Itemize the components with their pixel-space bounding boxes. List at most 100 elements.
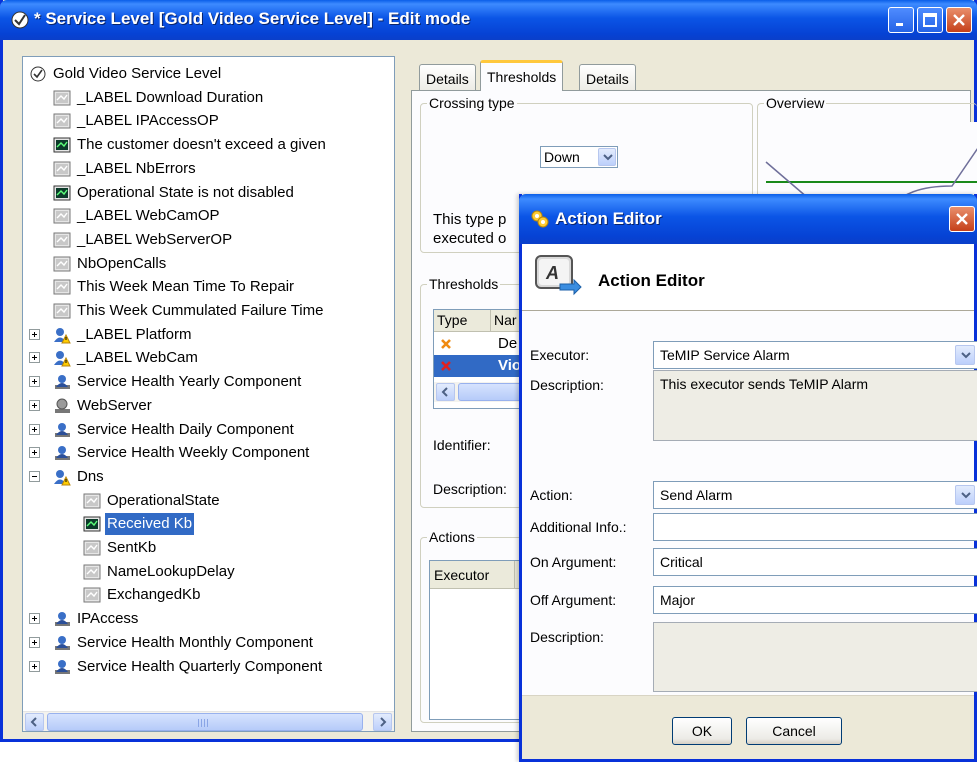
component-user-icon xyxy=(53,634,71,652)
tab-details-2[interactable]: Details xyxy=(579,64,636,91)
executor-description-label: Description: xyxy=(530,377,604,393)
crossing-type-legend: Crossing type xyxy=(427,95,517,111)
tree-item-label: _LABEL Download Duration xyxy=(77,88,264,106)
crossing-type-desc-1: This type p xyxy=(433,211,507,228)
component-user-icon xyxy=(53,610,71,628)
off-argument-input[interactable]: Major xyxy=(653,586,977,614)
minimize-icon xyxy=(896,23,903,26)
orange-x-icon xyxy=(441,339,451,349)
service-tree[interactable]: Gold Video Service Level _LABEL Download … xyxy=(22,56,395,732)
dialog-footer: OK Cancel xyxy=(522,695,974,759)
expand-icon[interactable] xyxy=(29,423,40,435)
tree-item-label: Gold Video Service Level xyxy=(53,65,222,82)
executor-dropdown-button[interactable] xyxy=(955,345,975,365)
action-select[interactable]: Send Alarm xyxy=(653,481,977,509)
chevron-left-icon xyxy=(30,717,37,727)
dialog-header: A Action Editor xyxy=(522,244,974,311)
crossing-type-select[interactable]: Down xyxy=(540,146,618,168)
crossing-type-dropdown-button[interactable] xyxy=(598,148,616,166)
tree-item-label: OperationalState xyxy=(107,491,220,509)
tree-item-label: Service Health Daily Component xyxy=(77,420,294,438)
additional-info-input[interactable] xyxy=(653,513,977,541)
expand-icon[interactable] xyxy=(29,376,40,388)
tree-item-label: This Week Mean Time To Repair xyxy=(77,278,295,296)
dialog-title: Action Editor xyxy=(555,209,662,228)
window-title: * Service Level [Gold Video Service Leve… xyxy=(34,9,471,28)
gray-chart-icon xyxy=(53,278,71,296)
action-label: Action: xyxy=(530,487,573,503)
component-warning-icon xyxy=(53,468,71,486)
tree-item-label: Service Health Yearly Component xyxy=(77,373,302,391)
close-icon xyxy=(956,213,968,225)
expand-icon[interactable] xyxy=(29,636,40,648)
col-type[interactable]: Type xyxy=(437,312,467,328)
expand-icon[interactable] xyxy=(29,399,40,411)
gray-chart-icon xyxy=(53,89,71,107)
svg-text:A: A xyxy=(545,263,559,283)
tree-item-label: Service Health Weekly Component xyxy=(77,444,310,462)
overview-legend: Overview xyxy=(764,95,827,111)
tree-item-label: Service Health Quarterly Component xyxy=(77,657,323,675)
expand-icon[interactable] xyxy=(29,447,40,459)
executor-select[interactable]: TeMIP Service Alarm xyxy=(653,341,977,369)
tree-item-label: Dns xyxy=(77,467,104,485)
gray-chart-icon xyxy=(53,231,71,249)
component-warning-icon xyxy=(53,326,71,344)
actions-legend: Actions xyxy=(427,529,477,545)
scroll-right-button[interactable] xyxy=(373,713,392,731)
tree-item-label: _LABEL WebCam xyxy=(77,349,198,367)
expand-icon[interactable] xyxy=(29,328,40,340)
crossing-type-desc-2: executed o xyxy=(433,230,507,247)
on-argument-label: On Argument: xyxy=(530,554,617,570)
gray-chart-icon xyxy=(83,492,101,510)
gray-chart-icon xyxy=(83,586,101,604)
executor-label: Executor: xyxy=(530,347,590,363)
component-user-icon xyxy=(53,444,71,462)
ok-button[interactable]: OK xyxy=(672,717,732,745)
tree-viewport: Gold Video Service Level _LABEL Download … xyxy=(23,57,394,711)
col-name[interactable]: Nar xyxy=(494,312,517,328)
action-editor-dialog: Action Editor A Action Editor Executor: … xyxy=(519,194,977,762)
scroll-thumb[interactable] xyxy=(47,713,363,731)
tree-item-label: WebServer xyxy=(77,396,152,414)
dialog-close-button[interactable] xyxy=(949,206,975,232)
off-argument-label: Off Argument: xyxy=(530,592,617,608)
gray-chart-icon xyxy=(53,255,71,273)
tree-item-label: _LABEL WebServerOP xyxy=(77,230,233,248)
window-titlebar[interactable]: * Service Level [Gold Video Service Leve… xyxy=(0,0,977,40)
on-argument-input[interactable]: Critical xyxy=(653,548,977,576)
service-level-icon xyxy=(29,65,47,83)
expand-icon[interactable] xyxy=(29,660,40,672)
component-gray-icon xyxy=(53,397,71,415)
component-user-icon xyxy=(53,373,71,391)
tree-item-label: Received Kb xyxy=(105,513,195,536)
collapse-icon[interactable] xyxy=(29,470,40,482)
col-executor[interactable]: Executor xyxy=(434,567,489,583)
scroll-left-button[interactable] xyxy=(25,713,44,731)
tree-horizontal-scrollbar[interactable] xyxy=(23,711,394,731)
dialog-header-title: Action Editor xyxy=(598,271,705,290)
close-icon xyxy=(953,14,965,26)
action-letter-icon: A xyxy=(535,255,582,296)
chevron-left-icon xyxy=(441,387,448,397)
service-level-icon xyxy=(11,11,29,29)
tree-item-label: ExchangedKb xyxy=(107,586,201,604)
maximize-button[interactable] xyxy=(917,7,943,33)
table-scroll-left-button[interactable] xyxy=(436,383,455,401)
component-user-icon xyxy=(53,421,71,439)
dialog-titlebar[interactable]: Action Editor xyxy=(519,194,977,244)
expand-icon[interactable] xyxy=(29,352,40,364)
tab-thresholds[interactable]: Thresholds xyxy=(480,60,564,91)
close-button[interactable] xyxy=(946,7,972,33)
chevron-right-icon xyxy=(380,717,387,727)
gray-chart-icon xyxy=(53,112,71,130)
tree-item-label: _LABEL Platform xyxy=(77,325,192,343)
component-user-icon xyxy=(53,658,71,676)
green-chart-icon xyxy=(53,184,71,202)
expand-icon[interactable] xyxy=(29,613,40,625)
tab-details[interactable]: Details xyxy=(419,64,476,91)
action-dropdown-button[interactable] xyxy=(955,485,975,505)
minimize-button[interactable] xyxy=(888,7,914,33)
cancel-button[interactable]: Cancel xyxy=(746,717,842,745)
component-warning-icon xyxy=(53,349,71,367)
